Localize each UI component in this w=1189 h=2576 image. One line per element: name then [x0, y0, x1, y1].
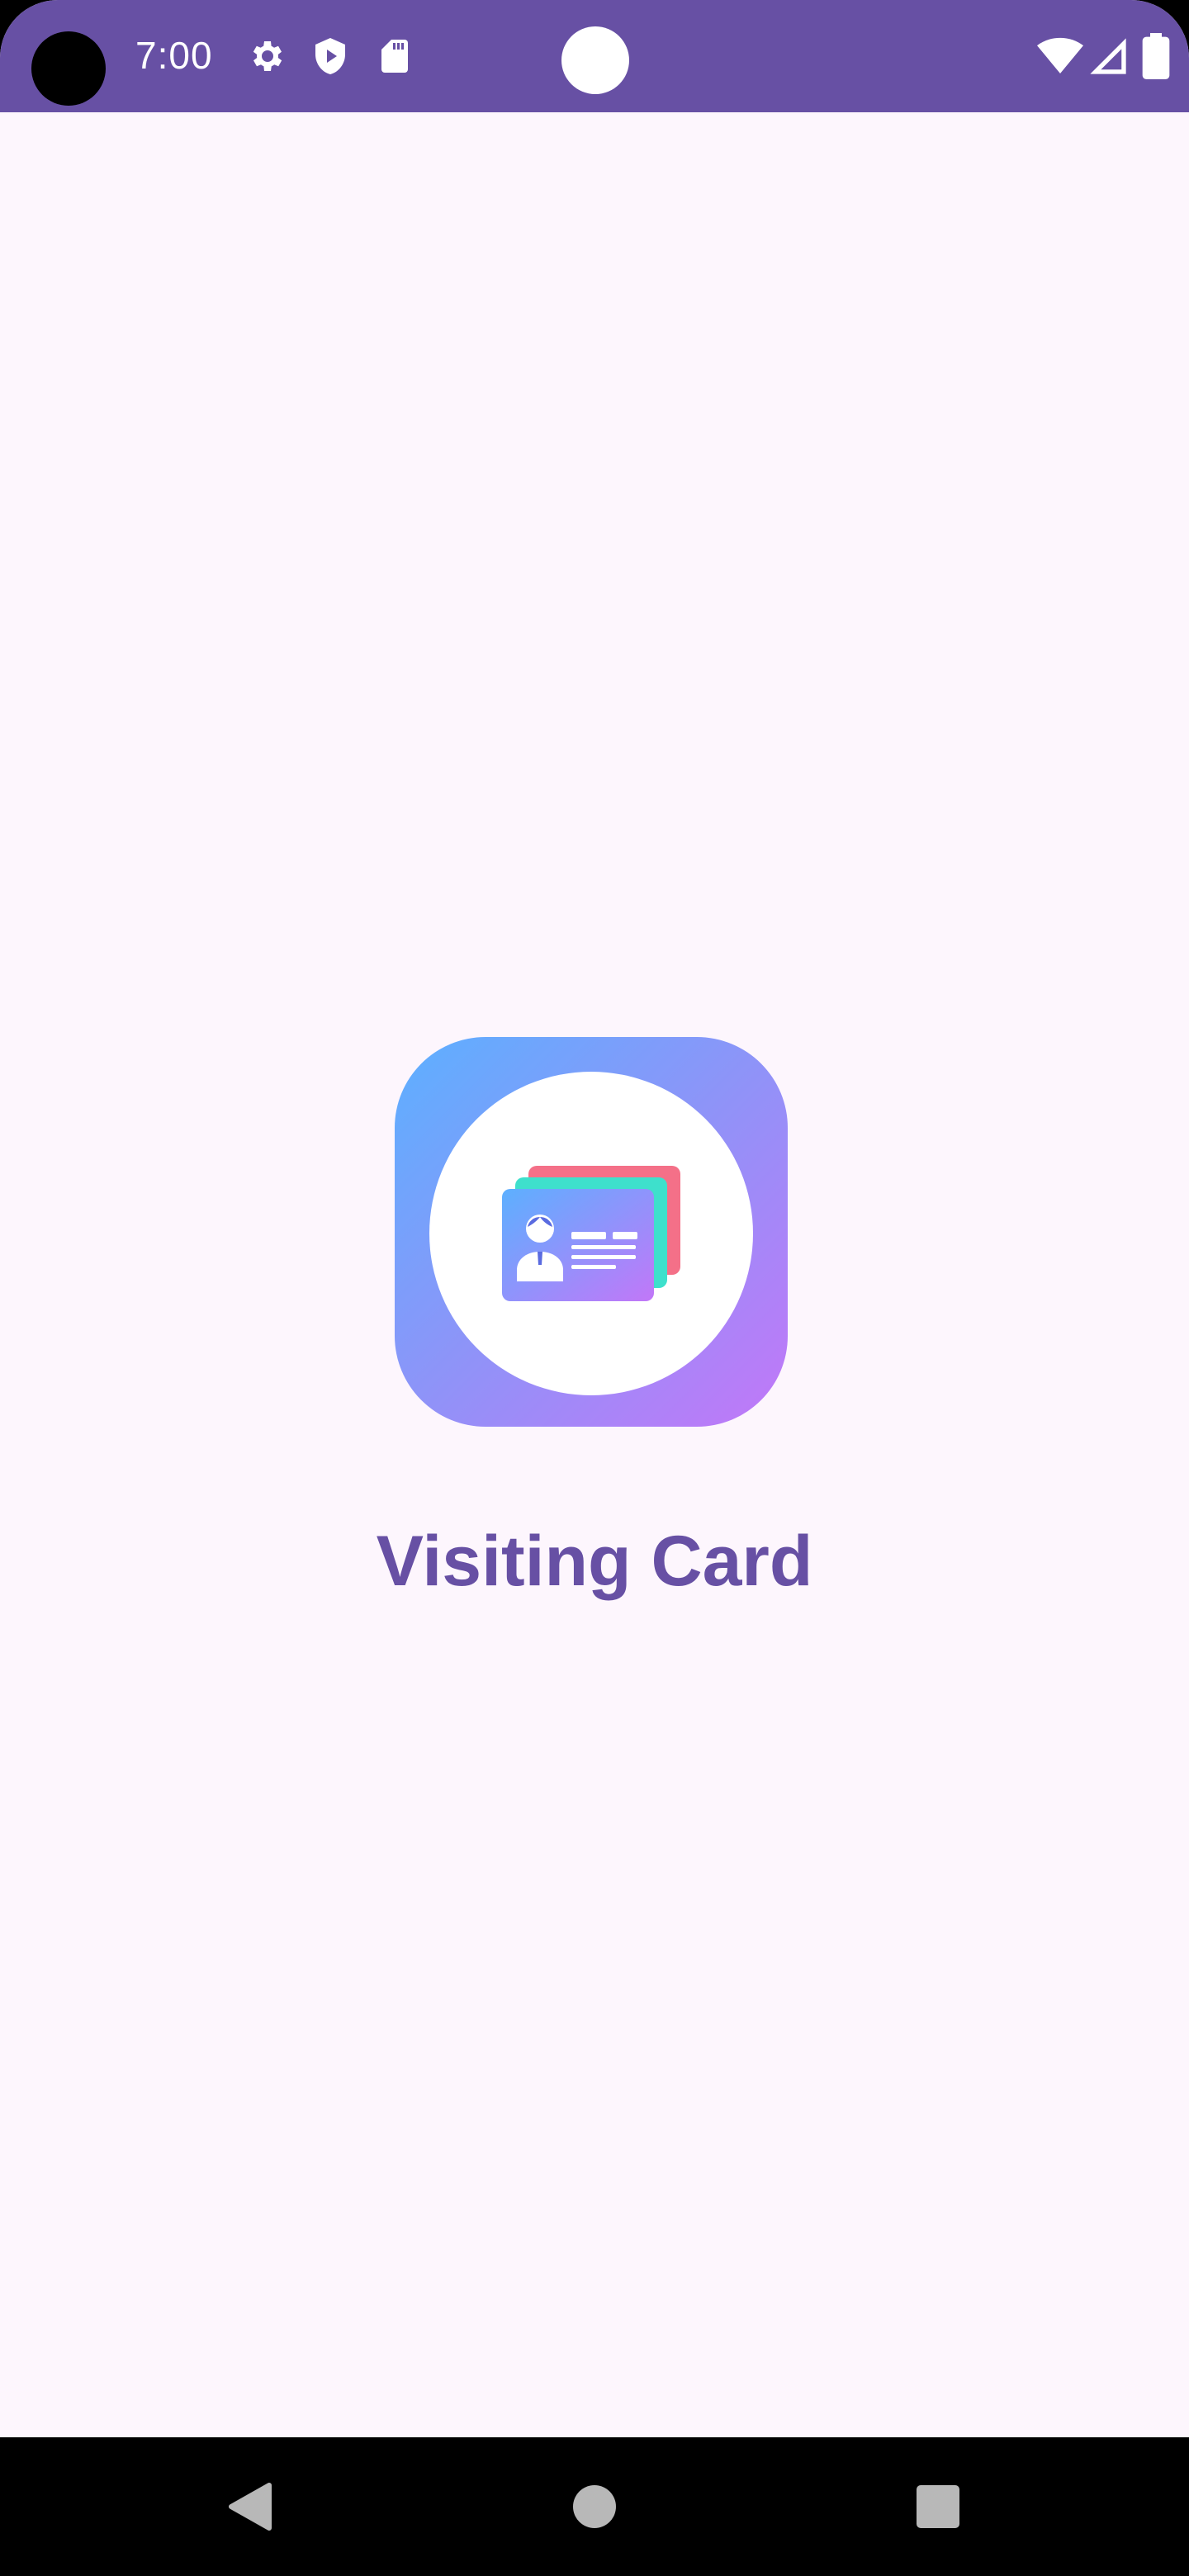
status-time: 7:00 — [135, 34, 213, 77]
gear-icon — [253, 41, 282, 71]
app-title: Visiting Card — [376, 1522, 813, 1601]
sd-card-icon — [381, 40, 408, 73]
visiting-card-logo-icon — [395, 1037, 788, 1427]
recents-icon[interactable] — [872, 2437, 1004, 2576]
back-icon[interactable] — [183, 2437, 315, 2576]
screen: 7:00 Visiting Card — [0, 0, 1189, 2576]
home-icon[interactable] — [528, 2437, 661, 2576]
status-bar: 7:00 — [0, 0, 1189, 112]
logo-circle — [429, 1072, 753, 1395]
center-indicator-dot — [561, 26, 629, 94]
business-cards-icon — [502, 1166, 680, 1301]
battery-icon — [1142, 33, 1170, 79]
camera-cutout — [31, 31, 106, 106]
shield-play-icon — [315, 38, 345, 74]
navigation-bar — [0, 2437, 1189, 2576]
signal-icon — [1090, 38, 1126, 74]
wifi-icon — [1037, 37, 1083, 73]
